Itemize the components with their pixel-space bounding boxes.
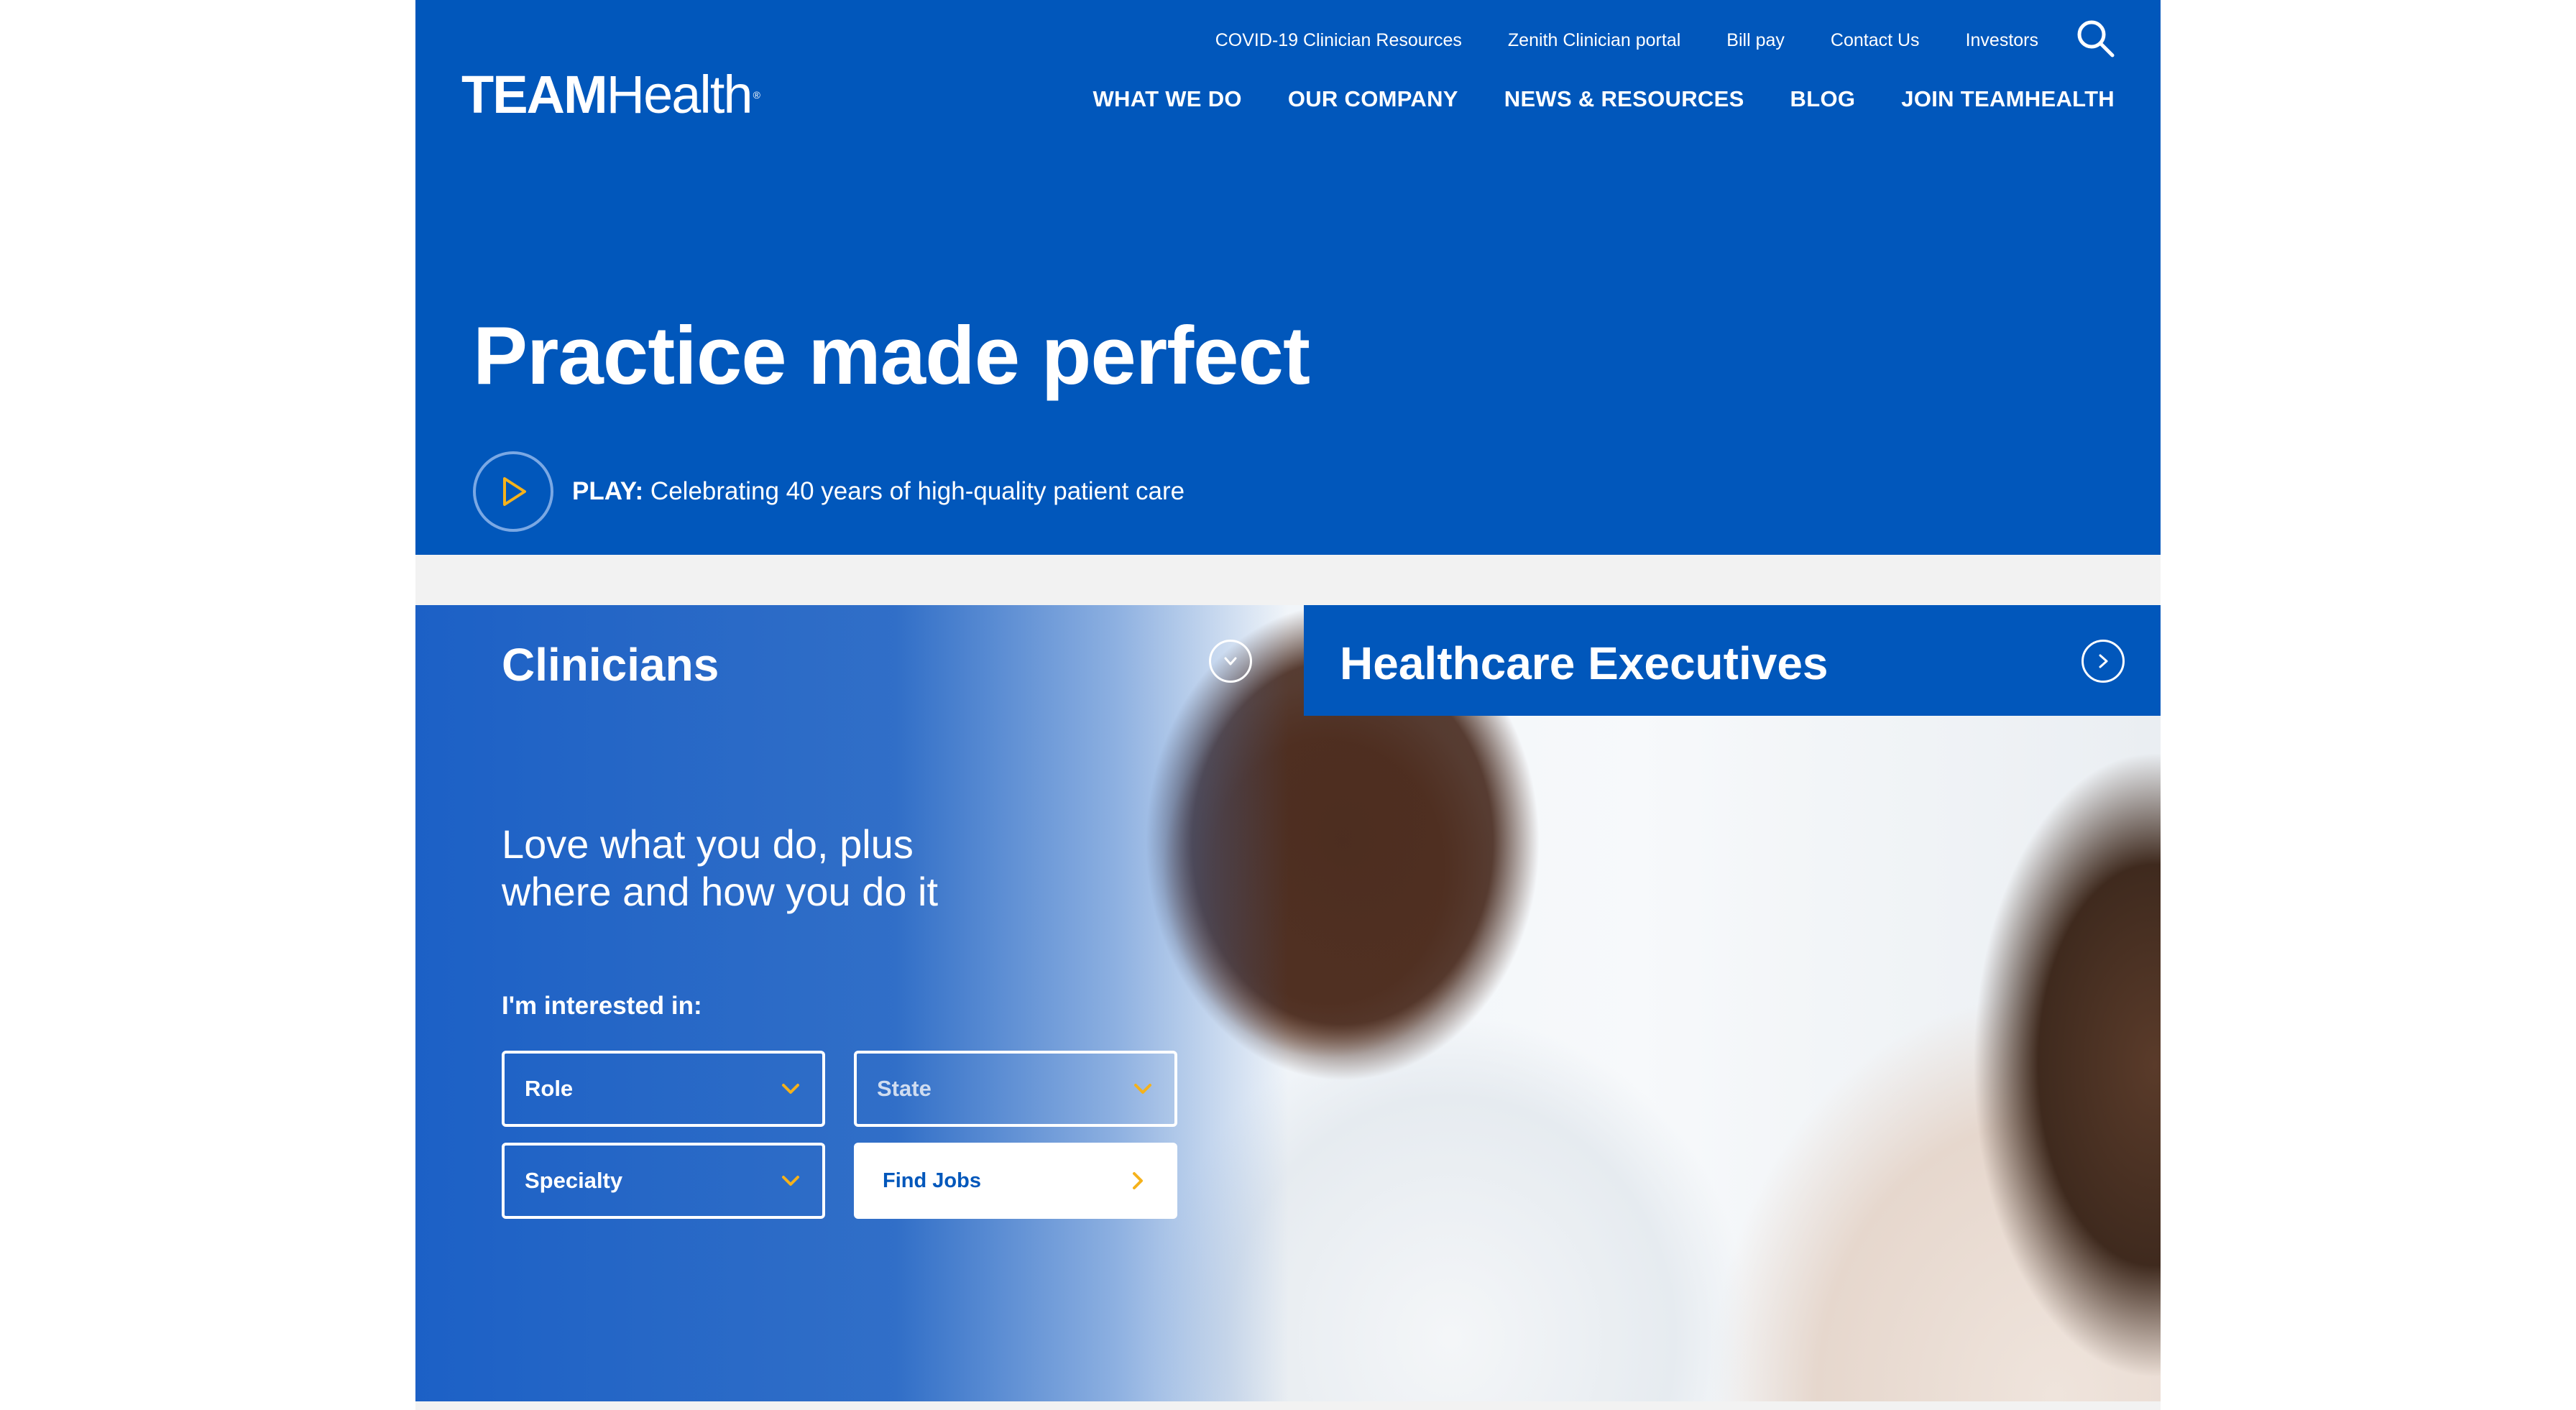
bottom-strip bbox=[415, 1401, 2161, 1410]
find-jobs-button[interactable]: Find Jobs bbox=[854, 1143, 1177, 1219]
play-video-button[interactable] bbox=[473, 451, 553, 532]
tagline-line-2: where and how you do it bbox=[502, 869, 939, 914]
nav-what-we-do[interactable]: WHAT WE DO bbox=[1092, 86, 1241, 112]
play-description: Celebrating 40 years of high-quality pat… bbox=[643, 477, 1185, 505]
role-select[interactable]: Role bbox=[502, 1051, 825, 1127]
search-button[interactable] bbox=[2074, 17, 2116, 59]
find-jobs-label: Find Jobs bbox=[883, 1169, 981, 1192]
clinicians-tagline: Love what you do, plus where and how you … bbox=[502, 821, 1048, 916]
state-select-label: State bbox=[877, 1076, 932, 1101]
nav-our-company[interactable]: OUR COMPANY bbox=[1288, 86, 1458, 112]
play-icon bbox=[503, 477, 526, 506]
executives-arrow-button[interactable] bbox=[2082, 640, 2125, 683]
main-nav: WHAT WE DO OUR COMPANY NEWS & RESOURCES … bbox=[1092, 83, 2115, 115]
role-select-label: Role bbox=[525, 1076, 574, 1101]
play-label: PLAY: bbox=[572, 477, 644, 505]
site-wrapper: TEAMHealth ® COVID-19 Clinician Resources… bbox=[415, 0, 2161, 1410]
chevron-down-icon bbox=[782, 1176, 799, 1186]
utility-nav: COVID-19 Clinician Resources Zenith Clin… bbox=[1215, 27, 2038, 53]
clinicians-collapse-button[interactable] bbox=[1209, 640, 1252, 683]
utility-link-investors[interactable]: Investors bbox=[1966, 30, 2038, 51]
chevron-down-icon bbox=[1134, 1084, 1151, 1094]
tagline-line-1: Love what you do, plus bbox=[502, 821, 914, 867]
state-select[interactable]: State bbox=[854, 1051, 1177, 1127]
clinicians-panel: Clinicians Love what you do, plus where a… bbox=[415, 605, 1289, 1401]
healthcare-executives-tab[interactable]: Healthcare Executives bbox=[1304, 605, 2161, 716]
logo-registered-mark: ® bbox=[753, 89, 760, 101]
nav-blog[interactable]: BLOG bbox=[1790, 86, 1856, 112]
play-video-caption[interactable]: PLAY: Celebrating 40 years of high-quali… bbox=[572, 477, 1184, 506]
interest-label: I'm interested in: bbox=[502, 992, 702, 1020]
hero-title: Practice made perfect bbox=[473, 310, 1310, 402]
section-divider-band bbox=[415, 555, 2161, 605]
chevron-right-icon bbox=[1133, 1172, 1143, 1189]
nav-news-resources[interactable]: NEWS & RESOURCES bbox=[1504, 86, 1744, 112]
search-icon bbox=[2077, 20, 2115, 57]
utility-link-bill-pay[interactable]: Bill pay bbox=[1726, 30, 1785, 51]
logo-team-text: TEAM bbox=[461, 65, 608, 124]
utility-link-covid-resources[interactable]: COVID-19 Clinician Resources bbox=[1215, 30, 1462, 51]
hero-section: TEAMHealth ® COVID-19 Clinician Resources… bbox=[415, 0, 2161, 555]
logo-health-text: Health bbox=[606, 65, 753, 124]
teamhealth-logo[interactable]: TEAMHealth ® bbox=[461, 65, 760, 124]
chevron-down-icon bbox=[1224, 657, 1237, 665]
play-video-row: PLAY: Celebrating 40 years of high-quali… bbox=[473, 451, 1184, 532]
utility-link-contact-us[interactable]: Contact Us bbox=[1831, 30, 1920, 51]
nav-join-teamhealth[interactable]: JOIN TEAMHEALTH bbox=[1901, 86, 2115, 112]
audience-section: Clinicians Love what you do, plus where a… bbox=[415, 605, 2161, 1401]
specialty-select[interactable]: Specialty bbox=[502, 1143, 825, 1219]
executives-title: Healthcare Executives bbox=[1340, 637, 1828, 689]
specialty-select-label: Specialty bbox=[525, 1168, 623, 1193]
clinicians-title[interactable]: Clinicians bbox=[502, 638, 719, 691]
chevron-right-icon bbox=[2099, 654, 2108, 668]
utility-link-zenith-portal[interactable]: Zenith Clinician portal bbox=[1508, 30, 1680, 51]
chevron-down-icon bbox=[782, 1084, 799, 1094]
